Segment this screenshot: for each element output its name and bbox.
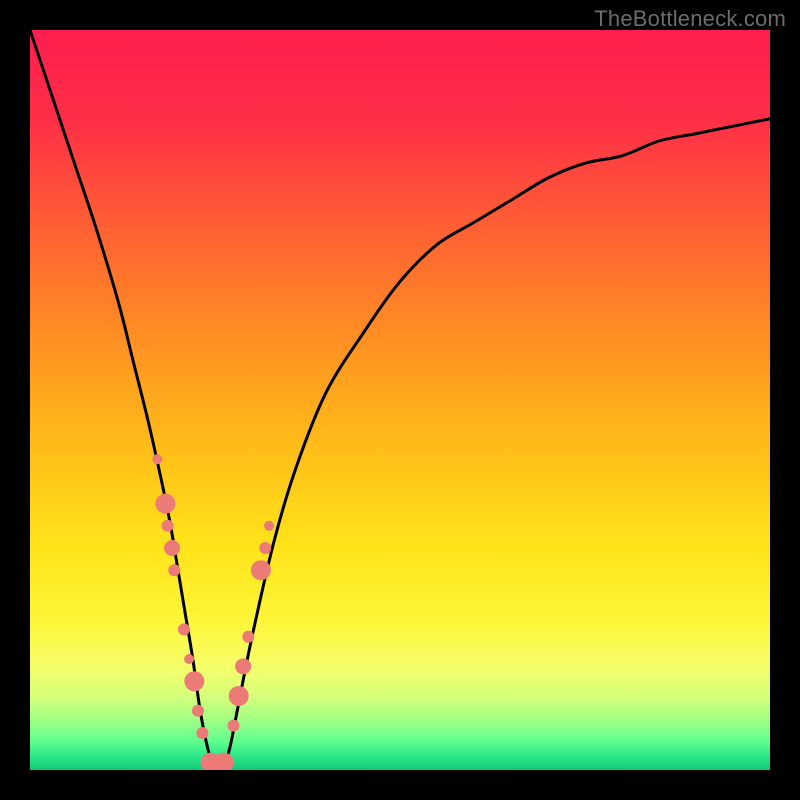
bottleneck-curve [30, 30, 770, 770]
data-point [196, 727, 208, 739]
data-point [235, 658, 251, 674]
data-point [178, 623, 190, 635]
plot-area [30, 30, 770, 770]
data-point [251, 560, 271, 580]
data-point [228, 720, 240, 732]
watermark-text: TheBottleneck.com [594, 6, 786, 32]
data-point [184, 654, 194, 664]
data-point [259, 542, 271, 554]
data-point [162, 520, 174, 532]
data-point [164, 540, 180, 556]
data-point [184, 671, 204, 691]
data-point [229, 686, 249, 706]
data-point [155, 494, 175, 514]
data-point [192, 705, 204, 717]
data-point-markers [152, 454, 274, 770]
data-point [242, 631, 254, 643]
data-point [168, 564, 180, 576]
data-point [152, 454, 162, 464]
chart-frame: TheBottleneck.com [0, 0, 800, 800]
chart-svg [30, 30, 770, 770]
data-point [264, 521, 274, 531]
